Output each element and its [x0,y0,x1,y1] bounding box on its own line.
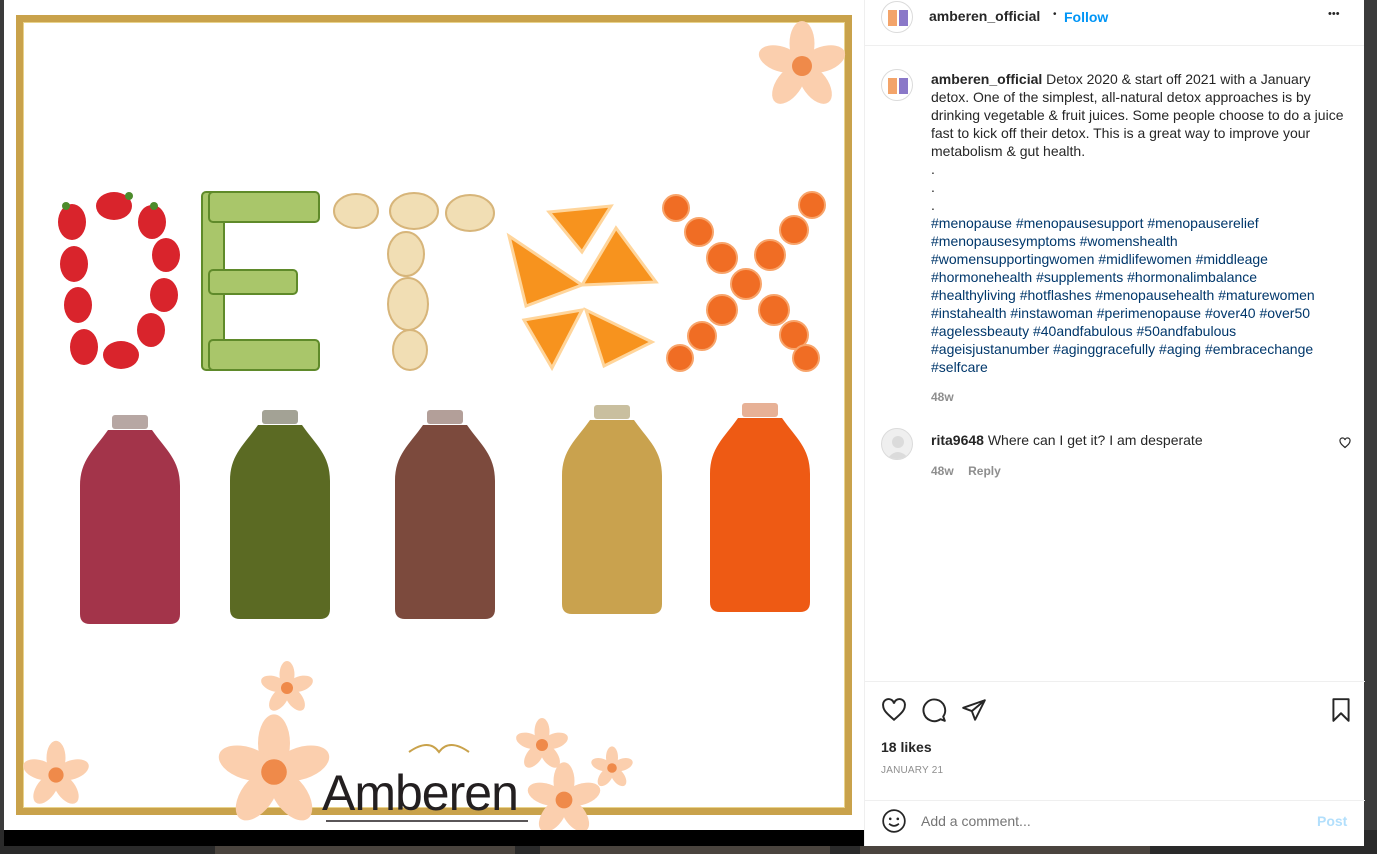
caption-username[interactable]: amberen_official [931,71,1042,87]
post-image[interactable]: Amberen [4,0,864,830]
bookmark-icon[interactable] [1328,697,1354,723]
comment-like-icon[interactable] [1339,437,1351,449]
commenter-avatar[interactable] [881,428,913,460]
post-comment-button[interactable]: Post [1317,813,1347,829]
caption-dot: . [931,179,935,195]
avatar[interactable] [881,1,913,33]
follow-button[interactable]: Follow [1064,9,1108,25]
hashtag-line[interactable]: #selfcare [931,358,1345,376]
post-modal: Amberen amberen_official • Follow ••• am [4,0,1365,846]
caption-dot: . [931,197,935,213]
post-date[interactable]: JANUARY 21 [881,765,943,776]
post-header: amberen_official • Follow ••• [865,0,1364,46]
hashtag-line[interactable]: #womensupportingwomen #midlifewomen #mid… [931,250,1345,268]
comment-username[interactable]: rita9648 [931,432,984,448]
comment-input[interactable] [921,811,1301,831]
comment-age[interactable]: 48w [931,464,954,478]
more-options-icon[interactable]: ••• [1328,8,1340,20]
hashtag-line[interactable]: #instahealth #instawoman #perimenopause … [931,304,1345,322]
caption-dot: . [931,161,935,177]
caption-avatar[interactable] [881,69,913,101]
hashtag-line[interactable]: #menopause #menopausesupport #menopauser… [931,214,1345,232]
likes-count[interactable]: 18 likes [881,739,932,755]
amberen-logo-text: Amberen [322,765,519,821]
comment: rita9648 Where can I get it? I am desper… [931,431,1311,449]
comment-meta: 48w Reply [931,462,1001,480]
share-icon[interactable] [961,697,987,723]
hashtag-line[interactable]: #agelessbeauty #40andfabulous #50andfabu… [931,322,1345,340]
hashtag-line[interactable]: #healthyliving #hotflashes #menopausehea… [931,286,1345,304]
media-bottom-bar [4,830,864,846]
like-icon[interactable] [881,697,907,723]
header-separator: • [1053,9,1057,20]
reply-button[interactable]: Reply [968,464,1001,478]
add-comment-bar: Post [865,800,1365,846]
caption-age[interactable]: 48w [931,388,1345,406]
comment-icon[interactable] [921,697,947,723]
comment-text: Where can I get it? I am desperate [987,432,1203,448]
post-side-panel: amberen_official • Follow ••• amberen_of… [864,0,1365,846]
emoji-icon[interactable] [881,808,907,834]
hashtag-line[interactable]: #ageisjustanumber #aginggracefully #agin… [931,340,1345,358]
juice-bottles [80,403,810,624]
post-caption: amberen_official Detox 2020 & start off … [931,70,1345,406]
header-username[interactable]: amberen_official [929,8,1040,24]
detox-illustration [20,21,849,830]
hashtag-line[interactable]: #menopausesymptoms #womenshealth [931,232,1345,250]
hashtag-line[interactable]: #hormonehealth #supplements #hormonalimb… [931,268,1345,286]
